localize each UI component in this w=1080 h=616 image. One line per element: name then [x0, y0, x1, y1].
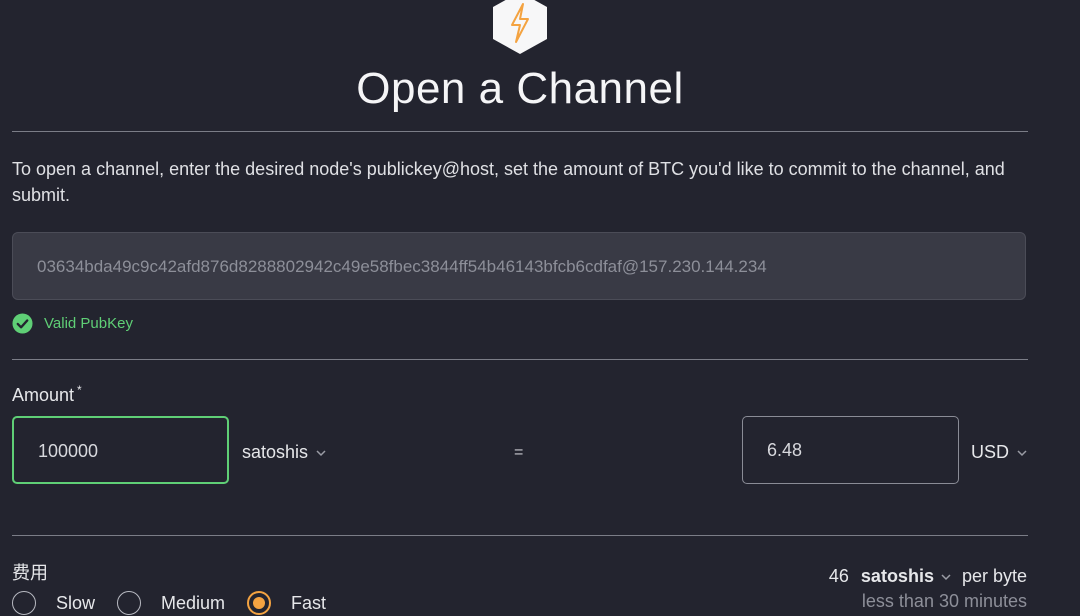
fee-option-slow[interactable]: Slow [12, 591, 95, 615]
fee-label: 费用 [12, 563, 48, 583]
chevron-down-icon[interactable] [940, 571, 952, 583]
fee-rate: 46 satoshis per byte [829, 566, 1027, 587]
fee-option-medium[interactable]: Medium [117, 591, 225, 615]
radio-medium[interactable] [117, 591, 142, 615]
fee-rate-value: 46 [828, 566, 849, 586]
fee-unit-select[interactable]: satoshis [861, 566, 934, 587]
open-channel-page: Open a Channel To open a channel, enter … [0, 0, 1080, 616]
fiat-unit-label: USD [971, 442, 1010, 462]
equals-sign: = [514, 444, 524, 461]
crypto-unit-label: satoshis [242, 442, 309, 462]
fee-option-label: Slow [56, 592, 96, 613]
title-divider [12, 131, 1028, 132]
amount-crypto-input[interactable]: 100000 [12, 416, 229, 484]
crypto-unit-select[interactable]: satoshis [242, 442, 327, 463]
instructions-text: To open a channel, enter the desired nod… [12, 159, 1005, 205]
radio-slow[interactable] [12, 591, 36, 615]
amount-label: Amount * [12, 383, 82, 406]
check-circle-icon [12, 312, 33, 334]
lightning-logo-icon [493, 0, 547, 54]
fee-divider [12, 535, 1028, 536]
amount-fiat-input[interactable]: 6.48 [742, 416, 959, 484]
section-divider [12, 359, 1028, 360]
chevron-down-icon [316, 449, 326, 456]
pubkey-validation: Valid PubKey [12, 312, 133, 334]
fee-option-label: Medium [161, 592, 226, 613]
radio-fast[interactable] [247, 591, 272, 615]
fiat-unit-select[interactable]: USD [971, 442, 1028, 463]
valid-pubkey-label: Valid PubKey [44, 314, 133, 332]
pubkey-input[interactable]: 03634bda49c9c42afd876d8288802942c49e58fb… [12, 232, 1026, 300]
fee-option-fast[interactable]: Fast [247, 591, 326, 615]
fee-speed-options: Slow Medium Fast [12, 591, 348, 615]
chevron-down-icon [1017, 449, 1027, 456]
fee-option-label: Fast [291, 592, 327, 613]
fee-eta: less than 30 minutes [861, 591, 1027, 611]
fee-rate-suffix: per byte [961, 566, 1027, 586]
page-title: Open a Channel [356, 64, 684, 113]
required-marker: * [77, 383, 82, 397]
amount-label-text: Amount [12, 385, 75, 405]
